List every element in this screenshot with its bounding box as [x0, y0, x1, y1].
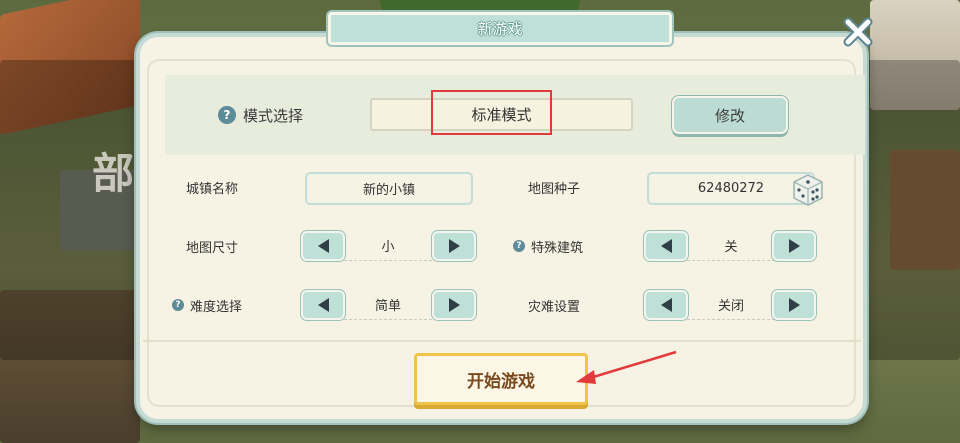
modify-mode-button[interactable]: 修改: [672, 96, 788, 134]
town-name-input[interactable]: 新的小镇: [305, 172, 473, 205]
map-seed-label: 地图种子: [528, 181, 581, 197]
special-buildings-prev-button[interactable]: [644, 231, 688, 261]
arrow-left-icon: [317, 239, 329, 253]
difficulty-label: 难度选择: [190, 299, 243, 315]
arrow-left-icon: [660, 298, 672, 312]
arrow-left-icon: [660, 239, 672, 253]
close-button[interactable]: [842, 16, 874, 48]
help-icon[interactable]: ?: [513, 240, 525, 252]
arrow-right-icon: [448, 239, 460, 253]
special-buildings-next-button[interactable]: [772, 231, 816, 261]
arrow-right-icon: [788, 239, 800, 253]
mode-label-group: ? 模式选择: [218, 104, 303, 126]
difficulty-next-button[interactable]: [432, 290, 476, 320]
disaster-value: 关闭: [687, 290, 775, 320]
special-buildings-value: 关: [687, 231, 775, 261]
start-game-button[interactable]: 开始游戏: [414, 353, 588, 405]
divider: [143, 340, 861, 342]
mode-label: 模式选择: [243, 106, 304, 125]
arrow-right-icon: [448, 298, 460, 312]
bg-sign-text: 部: [92, 149, 135, 198]
help-icon[interactable]: ?: [172, 299, 184, 311]
map-size-prev-button[interactable]: [301, 231, 345, 261]
dice-icon[interactable]: [790, 172, 826, 208]
special-buildings-label: 特殊建筑: [531, 240, 584, 256]
arrow-left-icon: [317, 298, 329, 312]
difficulty-prev-button[interactable]: [301, 290, 345, 320]
dialog-title: 新游戏: [328, 12, 672, 45]
map-size-label: 地图尺寸: [186, 240, 239, 256]
disaster-prev-button[interactable]: [644, 290, 688, 320]
town-name-label: 城镇名称: [186, 181, 239, 197]
mode-value-field: 标准模式: [370, 98, 633, 131]
help-icon[interactable]: ?: [218, 106, 236, 124]
map-size-value: 小: [344, 231, 432, 261]
arrow-right-icon: [788, 298, 800, 312]
disaster-label: 灾难设置: [528, 299, 581, 315]
difficulty-label-group: ? 难度选择: [172, 295, 242, 315]
disaster-next-button[interactable]: [772, 290, 816, 320]
map-size-next-button[interactable]: [432, 231, 476, 261]
difficulty-value: 简单: [344, 290, 432, 320]
special-buildings-label-group: ? 特殊建筑: [513, 236, 583, 256]
close-icon: [843, 17, 873, 47]
